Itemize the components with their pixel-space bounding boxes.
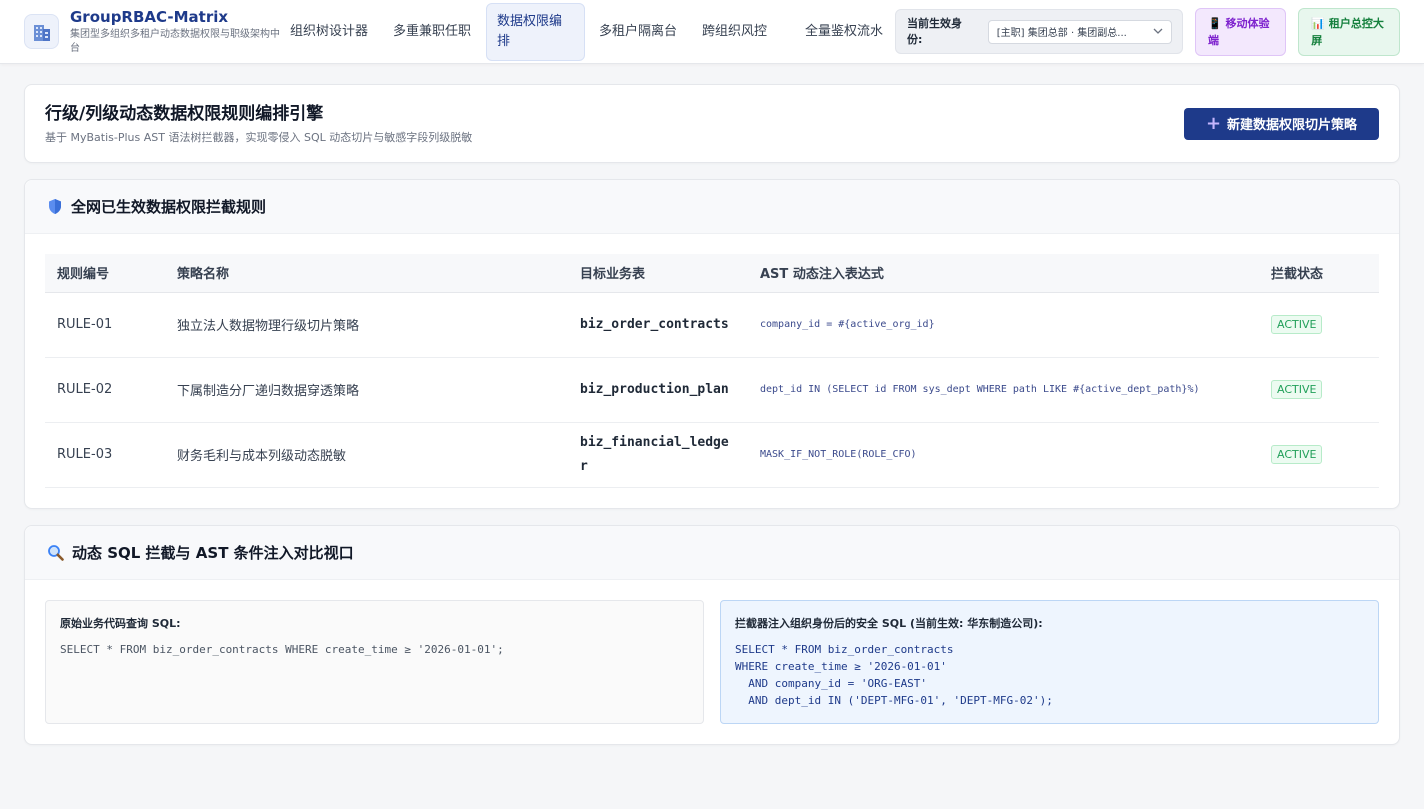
identity-value: [主职] 集团总部 · 集团副总... [996, 28, 1127, 39]
rule-target-table: biz_production_plan [568, 357, 748, 423]
building-icon [24, 14, 59, 49]
table-row[interactable]: RULE-03 财务毛利与成本列级动态脱敏 biz_financial_ledg… [45, 422, 1379, 488]
rule-id: RULE-03 [45, 422, 165, 488]
safe-sql-panel: 拦截器注入组织身份后的安全 SQL (当前生效: 华东制造公司): SELECT… [720, 599, 1379, 724]
rule-expression: dept_id IN (SELECT id FROM sys_dept WHER… [748, 357, 1259, 423]
brand[interactable]: GroupRBAC-Matrix 集团型多组织多租户动态数据权限与职级架构中台 [24, 8, 280, 56]
tenant-dashboard-button[interactable]: 📊 租户总控大屏 [1298, 7, 1400, 56]
rule-name: 财务毛利与成本列级动态脱敏 [165, 422, 568, 488]
original-sql-code: SELECT * FROM biz_order_contracts WHERE … [60, 642, 504, 656]
original-sql-label: 原始业务代码查询 SQL: [60, 616, 181, 630]
nav-multi-position[interactable]: 多重兼职任职 [383, 3, 482, 61]
status-badge: ACTIVE [1271, 445, 1323, 464]
rules-section-header: 全网已生效数据权限拦截规则 [25, 180, 1399, 234]
original-sql-panel: 原始业务代码查询 SQL: SELECT * FROM biz_order_co… [45, 599, 704, 724]
rule-name: 独立法人数据物理行级切片策略 [165, 292, 568, 358]
table-row[interactable]: RULE-01 独立法人数据物理行级切片策略 biz_order_contrac… [45, 292, 1379, 358]
rules-section-title: 全网已生效数据权限拦截规则 [71, 198, 267, 216]
nav-data-permission[interactable]: 数据权限编排 [486, 2, 585, 61]
rules-table: 规则编号 策略名称 目标业务表 AST 动态注入表达式 拦截状态 RULE-01… [45, 254, 1379, 488]
rule-expression: company_id = #{active_org_id} [748, 292, 1259, 358]
rules-card: 全网已生效数据权限拦截规则 规则编号 策略名称 目标业务表 AST 动态注入表达… [24, 179, 1400, 509]
rule-expression: MASK_IF_NOT_ROLE(ROLE_CFO) [748, 422, 1259, 488]
mobile-experience-button[interactable]: 📱 移动体验端 [1195, 7, 1287, 56]
rule-id: RULE-01 [45, 292, 165, 358]
page-subtitle: 基于 MyBatis-Plus AST 语法树拦截器，实现零侵入 SQL 动态切… [45, 130, 473, 144]
magnifier-icon [47, 544, 64, 561]
status-badge: ACTIVE [1271, 380, 1323, 399]
page-title: 行级/列级动态数据权限规则编排引擎 [45, 103, 324, 124]
chevron-down-icon [1153, 26, 1163, 37]
brand-title: GroupRBAC-Matrix [70, 7, 229, 26]
top-bar: GroupRBAC-Matrix 集团型多组织多租户动态数据权限与职级架构中台 … [0, 0, 1424, 64]
nav-tenant-isolation[interactable]: 多租户隔离台 [589, 3, 688, 61]
col-target-table: 目标业务表 [568, 254, 748, 293]
identity-label: 当前生效身份: [907, 16, 962, 46]
plus-icon: + [1205, 113, 1222, 134]
col-policy-name: 策略名称 [165, 254, 568, 293]
nav-cross-org-risk[interactable]: 跨组织风控 [692, 3, 791, 61]
nav-auth-log[interactable]: 全量鉴权流水 [795, 3, 894, 61]
col-rule-id: 规则编号 [45, 254, 165, 293]
identity-switcher: 当前生效身份: [主职] 集团总部 · 集团副总... [895, 9, 1183, 54]
col-ast-expression: AST 动态注入表达式 [748, 254, 1259, 293]
rule-target-table: biz_order_contracts [568, 292, 748, 358]
sql-compare-card: 动态 SQL 拦截与 AST 条件注入对比视口 原始业务代码查询 SQL: SE… [24, 524, 1400, 745]
rule-name: 下属制造分厂递归数据穿透策略 [165, 357, 568, 423]
identity-select[interactable]: [主职] 集团总部 · 集团副总... [987, 19, 1172, 44]
new-policy-button[interactable]: + 新建数据权限切片策略 [1184, 107, 1379, 140]
compare-section-header: 动态 SQL 拦截与 AST 条件注入对比视口 [25, 525, 1399, 580]
shield-icon [47, 198, 63, 215]
rule-target-table: biz_financial_ledger [568, 422, 748, 488]
brand-subtitle: 集团型多组织多租户动态数据权限与职级架构中台 [70, 28, 280, 54]
main-nav: 组织树设计器 多重兼职任职 数据权限编排 多租户隔离台 跨组织风控 全量鉴权流水 [280, 0, 898, 63]
nav-org-tree-designer[interactable]: 组织树设计器 [280, 3, 379, 61]
table-row[interactable]: RULE-02 下属制造分厂递归数据穿透策略 biz_production_pl… [45, 357, 1379, 423]
status-badge: ACTIVE [1271, 315, 1323, 334]
new-policy-label: 新建数据权限切片策略 [1227, 118, 1358, 133]
col-status: 拦截状态 [1259, 254, 1379, 293]
safe-sql-code: SELECT * FROM biz_order_contracts WHERE … [735, 642, 1053, 707]
page-header-card: 行级/列级动态数据权限规则编排引擎 基于 MyBatis-Plus AST 语法… [24, 84, 1400, 163]
table-header-row: 规则编号 策略名称 目标业务表 AST 动态注入表达式 拦截状态 [45, 254, 1379, 293]
rule-id: RULE-02 [45, 357, 165, 423]
compare-section-title: 动态 SQL 拦截与 AST 条件注入对比视口 [72, 543, 354, 562]
safe-sql-label: 拦截器注入组织身份后的安全 SQL (当前生效: 华东制造公司): [735, 616, 1043, 630]
